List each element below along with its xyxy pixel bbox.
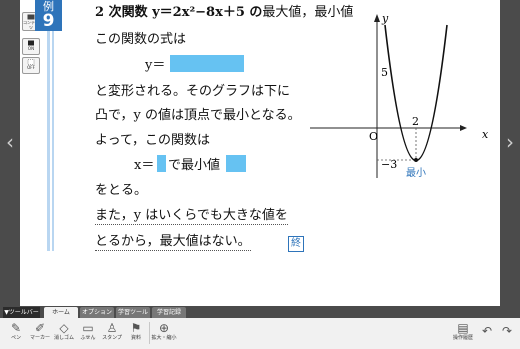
mask-off-button[interactable]: OFF — [22, 57, 40, 74]
tab-learning-tools[interactable]: 学習ツール — [116, 307, 150, 318]
left-side-strip: ‹ — [0, 0, 20, 306]
tab-home[interactable]: ホーム — [44, 307, 78, 318]
toolbar-tab-strip — [0, 306, 520, 318]
solution-line-9: とるから，最大値はない。 — [95, 234, 251, 251]
right-side-strip: › — [500, 0, 520, 306]
origin-label: O — [369, 130, 378, 143]
tab-learning-record[interactable]: 学習記録 — [152, 307, 186, 318]
stamp-tool[interactable]: ♙ スタンプ — [101, 321, 123, 342]
tab-options[interactable]: オプション — [80, 307, 114, 318]
example-side-bar-inner — [52, 31, 54, 251]
solution-line-1: この関数の式は — [95, 32, 187, 47]
marker-tool[interactable]: ✐ マーカー — [29, 321, 51, 342]
materials-tool[interactable]: ⚑ 資料 — [125, 321, 147, 342]
y-axis-arrow — [374, 14, 380, 22]
x-axis-arrow — [460, 125, 467, 131]
x-tick-2: 2 — [412, 115, 419, 128]
marker-icon: ✐ — [34, 321, 46, 335]
history-tool[interactable]: ▤ 操作履歴 — [452, 321, 474, 342]
solution-line-5: よって，この関数は — [95, 133, 211, 148]
sticky-note-label: ふせん — [80, 335, 96, 341]
pen-icon: ✎ — [10, 321, 22, 335]
chevron-right-icon[interactable]: › — [501, 130, 519, 154]
solution-line-6-prefix: x＝ — [134, 158, 155, 173]
redo-button[interactable]: ↷ — [496, 324, 518, 338]
y-axis-label: y — [381, 12, 389, 25]
zoom-icon: ⊕ — [158, 321, 170, 335]
solution-line-4: 凸で，y の値は頂点で最小となる。 — [95, 108, 301, 123]
solution-line-8: また，y はいくらでも大きな値を — [95, 208, 288, 225]
eraser-label: 消しゴム — [53, 335, 74, 341]
sticky-note-icon: ▭ — [82, 321, 94, 335]
undo-button[interactable]: ↶ — [476, 324, 498, 338]
zoom-label: 拡大・縮小 — [151, 335, 177, 341]
solution-line-6-mid: で最小値 — [168, 158, 221, 173]
answer-mask-x[interactable] — [157, 155, 166, 172]
answer-mask-min-value[interactable] — [226, 155, 246, 172]
solution-line-2: y＝ — [145, 58, 166, 73]
vertex-point — [414, 158, 418, 162]
undo-icon: ↶ — [481, 324, 493, 338]
answer-mask-equation[interactable] — [170, 55, 244, 72]
materials-icon: ⚑ — [130, 321, 142, 335]
toolbar-toggle-button[interactable]: ▼ツールバー — [3, 307, 40, 318]
materials-label: 資料 — [130, 335, 141, 341]
x-axis-label: x — [482, 128, 489, 141]
example-number: 9 — [42, 11, 55, 31]
marker-label: マーカー — [29, 335, 50, 341]
example-badge: 例 9 — [35, 0, 62, 31]
stamp-label: スタンプ — [102, 335, 122, 341]
zoom-tool[interactable]: ⊕ 拡大・縮小 — [151, 321, 177, 342]
end-mark: 終 — [288, 236, 304, 252]
eraser-icon: ◇ — [59, 321, 69, 335]
sticky-note-tool[interactable]: ▭ ふせん — [77, 321, 99, 342]
textbook-page: コンテンツ ON OFF 例 9 2 次関数 y＝2x²−8x＋5 の最大値，最… — [20, 0, 500, 306]
mask-off-label: OFF — [27, 65, 35, 70]
solution-line-7: をとる。 — [95, 183, 148, 198]
y-tick-neg3: −3 — [381, 158, 397, 171]
min-label: 最小 — [406, 167, 426, 179]
y-tick-5: 5 — [381, 66, 388, 79]
pen-tool[interactable]: ✎ ペン — [5, 321, 27, 342]
problem-title-main: 2 次関数 y＝2x²−8x＋5 の — [95, 5, 263, 20]
mask-on-label: ON — [27, 46, 35, 51]
eraser-tool[interactable]: ◇ 消しゴム — [53, 321, 75, 342]
history-icon: ▤ — [457, 321, 469, 335]
chevron-left-icon[interactable]: ‹ — [1, 130, 19, 154]
redo-icon: ↷ — [501, 324, 513, 338]
pen-label: ペン — [10, 335, 21, 341]
toolbar-separator — [149, 322, 150, 344]
example-side-bar — [47, 31, 50, 251]
history-label: 操作履歴 — [452, 335, 473, 341]
parabola-graph: y x O 5 2 −3 最小 — [310, 12, 489, 179]
mask-on-button[interactable]: ON — [22, 38, 40, 55]
stamp-icon: ♙ — [106, 321, 118, 335]
bottom-toolbar: ▼ツールバー ホーム オプション 学習ツール 学習記録 ✎ ペン ✐ マーカー ◇ 消… — [0, 306, 520, 349]
solution-line-3: と変形される。そのグラフは下に — [95, 84, 291, 99]
